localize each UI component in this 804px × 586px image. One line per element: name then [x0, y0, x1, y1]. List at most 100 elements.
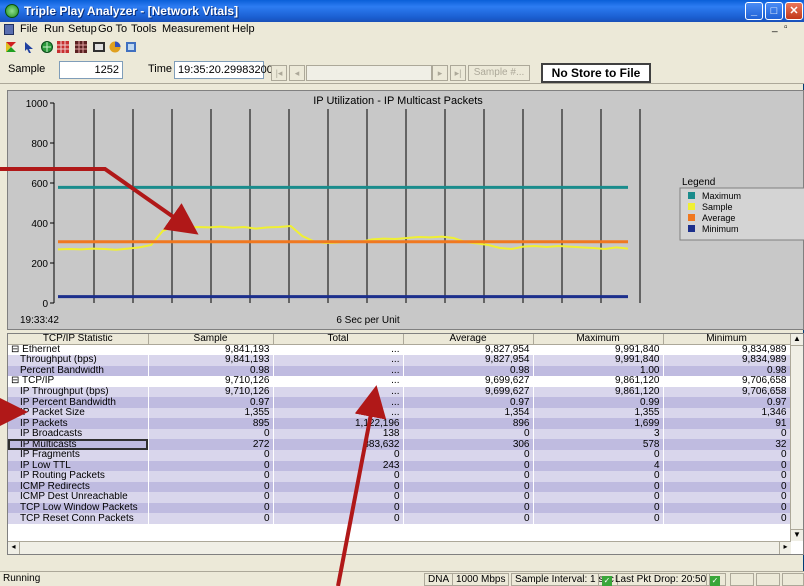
menu-file[interactable]: File: [20, 23, 38, 35]
table-row[interactable]: TCP Low Window Packets 0 0 0 0 0: [8, 502, 791, 514]
statistic-name-cell[interactable]: Throughput (bps): [8, 355, 149, 366]
table-row[interactable]: TCP Reset Conn Packets 0 0 0 0 0: [8, 513, 791, 524]
table-row[interactable]: Throughput (bps) 9,841,193... 9,827,954 9,9…: [8, 355, 791, 366]
column-header[interactable]: Sample: [148, 334, 274, 345]
time-field[interactable]: 19:35:20.299832000: [174, 61, 279, 79]
table-row[interactable]: IP Fragments 0 0 0 0 0: [8, 449, 791, 461]
table-row[interactable]: Percent Bandwidth 0.98... 0.98 1.00 0.98: [8, 365, 791, 377]
last-sample-button[interactable]: ▸|: [450, 65, 466, 81]
mdi-restore-button[interactable]: ▫: [784, 22, 788, 33]
collapse-icon[interactable]: ⊟: [11, 345, 22, 356]
mdi-minimize-button[interactable]: _: [772, 22, 778, 33]
app-icon[interactable]: [5, 4, 19, 18]
grid-red-icon[interactable]: [56, 40, 70, 54]
table-row[interactable]: IP Routing Packets 0 0 0 0 0: [8, 471, 791, 482]
group-header-cell[interactable]: ⊟ TCP/IP: [8, 376, 149, 387]
table-row[interactable]: IP Broadcasts 0 138 0 3 0: [8, 428, 791, 440]
table-row[interactable]: IP Packet Size 1,355... 1,354 1,355 1,346: [8, 407, 791, 419]
column-header[interactable]: Minimum: [663, 334, 791, 345]
statistic-value-cell: 0: [148, 492, 274, 503]
column-header[interactable]: Maximum: [533, 334, 664, 345]
collapse-icon[interactable]: ⊟: [11, 376, 22, 386]
statistic-value-cell: 0: [403, 471, 534, 482]
table-row[interactable]: ⊟ Ethernet 9,841,193... 9,827,954 9,991,840…: [8, 344, 791, 356]
statistic-name-cell[interactable]: IP Percent Bandwidth: [8, 397, 149, 408]
statistic-name-cell[interactable]: IP Packet Size: [8, 407, 149, 419]
menu-run[interactable]: Run: [44, 23, 64, 35]
statistic-value-cell: 3: [533, 428, 664, 440]
statistic-value-cell: 0: [148, 449, 274, 461]
menu-setup[interactable]: Setup: [68, 23, 97, 35]
statistic-value-cell: 0: [663, 502, 791, 514]
statistic-name-cell[interactable]: ICMP Redirects: [8, 481, 149, 493]
statistic-name-cell[interactable]: IP Low TTL: [8, 460, 149, 472]
scroll-right-arrow-icon[interactable]: ▸: [779, 542, 791, 554]
statistic-value-cell: 9,827,954: [403, 344, 534, 356]
statistic-value-cell: 0: [148, 502, 274, 514]
statistic-name-cell[interactable]: ICMP Dest Unreachable: [8, 492, 149, 503]
vertical-scrollbar[interactable]: ▲ ▼: [790, 334, 803, 541]
table-row[interactable]: IP Throughput (bps) 9,710,126... 9,699,627…: [8, 386, 791, 398]
first-sample-button[interactable]: |◂: [271, 65, 287, 81]
menu-measurement[interactable]: Measurement: [162, 23, 229, 35]
chart-panel: 0 200 400 600 800 1000 IP Utilization - IP Mul…: [7, 90, 804, 330]
time-label: Time: [148, 63, 173, 75]
table-row[interactable]: IP Multicasts 272 383,632 306 578 32: [8, 439, 791, 450]
group-header-cell[interactable]: ⊟ Ethernet: [8, 344, 149, 356]
statistic-name-cell[interactable]: IP Broadcasts: [8, 428, 149, 440]
globe-icon[interactable]: [40, 40, 54, 54]
pointer-icon[interactable]: [22, 40, 36, 54]
chart-title: IP Utilization - IP Multicast Packets: [313, 95, 483, 107]
statistic-value-cell: 578: [533, 439, 664, 450]
statistic-name-cell[interactable]: IP Throughput (bps): [8, 386, 149, 398]
table-row[interactable]: ICMP Redirects 0 0 0 0 0: [8, 481, 791, 493]
statistic-name-cell[interactable]: IP Routing Packets: [8, 471, 149, 482]
chart-icon[interactable]: [108, 40, 122, 54]
table-row[interactable]: ICMP Dest Unreachable 0 0 0 0 0: [8, 492, 791, 503]
horizontal-scrollbar[interactable]: ◂ ▸: [8, 541, 791, 554]
scroll-up-arrow-icon[interactable]: ▲: [791, 334, 803, 346]
statistic-value-cell: 0: [403, 428, 534, 440]
sample-number-field[interactable]: 1252: [59, 61, 123, 79]
statistic-value-cell: 0: [148, 471, 274, 482]
store-to-file-indicator[interactable]: No Store to File: [541, 63, 651, 83]
minimize-button[interactable]: _: [745, 2, 763, 20]
statistic-name: Ethernet: [22, 344, 60, 356]
statistic-name-cell[interactable]: TCP Low Window Packets: [8, 502, 149, 514]
sample-number-button[interactable]: Sample #...: [468, 65, 530, 81]
network-icon[interactable]: [124, 40, 138, 54]
statistic-name-cell[interactable]: Percent Bandwidth: [8, 365, 149, 377]
statistic-name-cell[interactable]: TCP Reset Conn Packets: [8, 513, 149, 524]
statistic-name-cell[interactable]: IP Packets: [8, 418, 149, 429]
table-row[interactable]: IP Packets 895 1,122,196 896 1,699 91: [8, 418, 791, 429]
grid-dark-icon[interactable]: [74, 40, 88, 54]
table-row[interactable]: IP Percent Bandwidth 0.97... 0.97 0.99 0.97: [8, 397, 791, 408]
statistic-value-cell: 0: [273, 492, 404, 503]
document-icon[interactable]: [4, 24, 14, 35]
statistic-name-cell[interactable]: IP Multicasts: [8, 439, 149, 450]
title-bar[interactable]: Triple Play Analyzer - [Network Vitals] …: [0, 0, 804, 22]
toolbar: [0, 38, 804, 56]
menu-bar: File Run Setup Go To Tools Measurement H…: [0, 22, 804, 38]
menu-help[interactable]: Help: [232, 23, 255, 35]
next-sample-button[interactable]: ▸: [432, 65, 448, 81]
column-header[interactable]: Total: [273, 334, 404, 345]
table-icon[interactable]: [92, 40, 106, 54]
prev-sample-button[interactable]: ◂: [289, 65, 305, 81]
status-bar: Running DNA 1000 Mbps Sample Interval: 1…: [0, 571, 804, 586]
close-button[interactable]: ✕: [785, 2, 803, 20]
scroll-down-arrow-icon[interactable]: ▼: [791, 529, 803, 541]
sample-slider[interactable]: [306, 65, 432, 81]
statistic-name-cell[interactable]: IP Fragments: [8, 449, 149, 461]
scroll-left-arrow-icon[interactable]: ◂: [8, 542, 20, 554]
column-header[interactable]: TCP/IP Statistic: [8, 334, 149, 345]
table-row[interactable]: ⊟ TCP/IP 9,710,126... 9,699,627 9,861,120 9,…: [8, 376, 791, 387]
multicolor-start-icon[interactable]: [4, 40, 18, 54]
statistic-value-cell: 1,122,196: [273, 418, 404, 429]
table-row[interactable]: IP Low TTL 0 243 0 4 0: [8, 460, 791, 472]
menu-tools[interactable]: Tools: [131, 23, 157, 35]
statistic-name: ICMP Redirects: [20, 481, 90, 492]
maximize-button[interactable]: □: [765, 2, 783, 20]
column-header[interactable]: Average: [403, 334, 534, 345]
menu-goto[interactable]: Go To: [98, 23, 127, 35]
